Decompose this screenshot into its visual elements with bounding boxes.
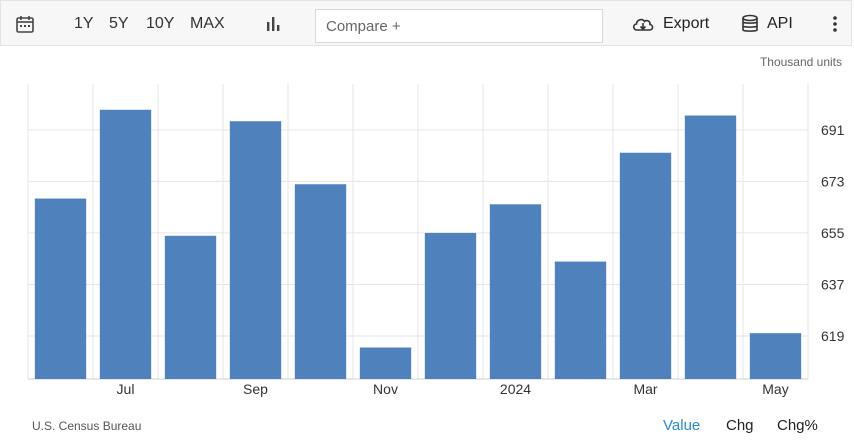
x-tick-label: Sep [243, 381, 268, 397]
x-tick-label: Jul [117, 381, 135, 397]
mode-chg-button[interactable]: Chg [726, 417, 754, 434]
bar [619, 152, 672, 379]
bar [684, 115, 737, 379]
y-tick-label: 673 [821, 173, 845, 189]
y-tick-label: 691 [821, 122, 845, 138]
bar [34, 198, 87, 379]
mode-chg-percent-button[interactable]: Chg% [777, 417, 818, 434]
bar-chart: 619 637 655 673 691 Jul Sep Nov 2024 Mar May [27, 84, 845, 397]
bar [424, 232, 477, 379]
y-tick-label: 655 [821, 225, 845, 241]
mode-value-button[interactable]: Value [663, 417, 700, 434]
bar [99, 109, 152, 379]
y-tick-label: 637 [821, 276, 845, 292]
x-tick-label: Nov [373, 381, 398, 397]
bar [489, 204, 542, 379]
bar [554, 261, 607, 379]
bar [749, 333, 802, 379]
source-label: U.S. Census Bureau [32, 419, 142, 433]
x-tick-label: May [762, 381, 788, 397]
bar [294, 184, 347, 379]
bar [229, 121, 282, 380]
bar [164, 235, 217, 379]
y-tick-label: 619 [821, 328, 845, 344]
bar [359, 347, 412, 379]
x-tick-label: 2024 [500, 381, 531, 397]
x-tick-label: Mar [633, 381, 657, 397]
